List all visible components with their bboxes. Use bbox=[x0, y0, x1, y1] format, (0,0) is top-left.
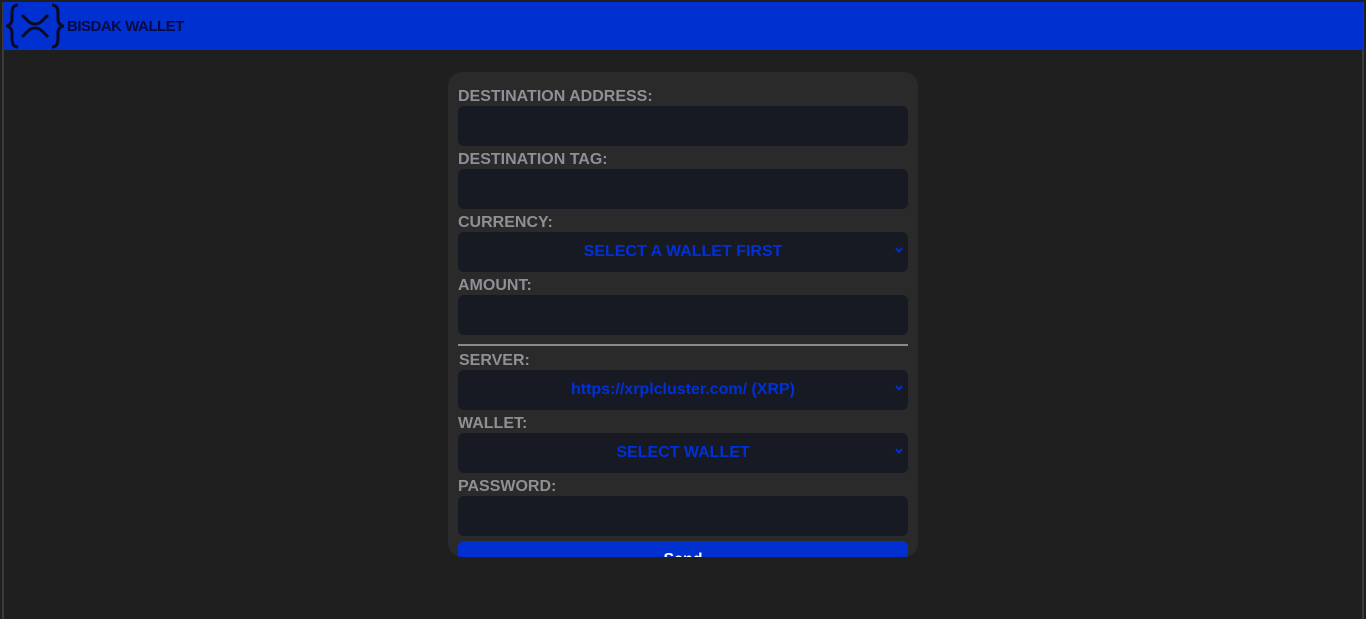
destination-address-input[interactable] bbox=[458, 106, 908, 146]
server-select[interactable]: https://xrplcluster.com/ (XRP) bbox=[458, 370, 908, 410]
server-label: SERVER: bbox=[459, 352, 530, 369]
wallet-select[interactable]: SELECT WALLET bbox=[458, 433, 908, 473]
destination-tag-input[interactable] bbox=[458, 169, 908, 209]
send-button[interactable]: Send bbox=[458, 541, 908, 557]
destination-tag-label: DESTINATION TAG: bbox=[458, 151, 608, 168]
send-form-panel: DESTINATION ADDRESS: DESTINATION TAG: CU… bbox=[448, 72, 918, 557]
chevron-down-icon bbox=[895, 247, 903, 254]
amount-input[interactable] bbox=[458, 295, 908, 335]
chevron-down-icon bbox=[895, 448, 903, 455]
wallet-select-value: SELECT WALLET bbox=[616, 444, 750, 461]
currency-select-value: SELECT A WALLET FIRST bbox=[583, 243, 783, 260]
brand-title: BISDAK WALLET bbox=[67, 17, 184, 35]
chevron-down-icon bbox=[895, 385, 903, 392]
password-label: PASSWORD: bbox=[458, 478, 557, 495]
currency-label: CURRENCY: bbox=[458, 214, 553, 231]
xrp-logo-icon[interactable] bbox=[5, 2, 65, 50]
server-select-value: https://xrplcluster.com/ (XRP) bbox=[570, 381, 796, 398]
amount-label: AMOUNT: bbox=[458, 277, 532, 294]
section-divider bbox=[458, 344, 908, 346]
password-input[interactable] bbox=[458, 496, 908, 536]
wallet-label: WALLET: bbox=[458, 415, 528, 432]
currency-select[interactable]: SELECT A WALLET FIRST bbox=[458, 232, 908, 272]
app-header: BISDAK WALLET bbox=[3, 2, 1363, 50]
destination-address-label: DESTINATION ADDRESS: bbox=[458, 88, 653, 105]
